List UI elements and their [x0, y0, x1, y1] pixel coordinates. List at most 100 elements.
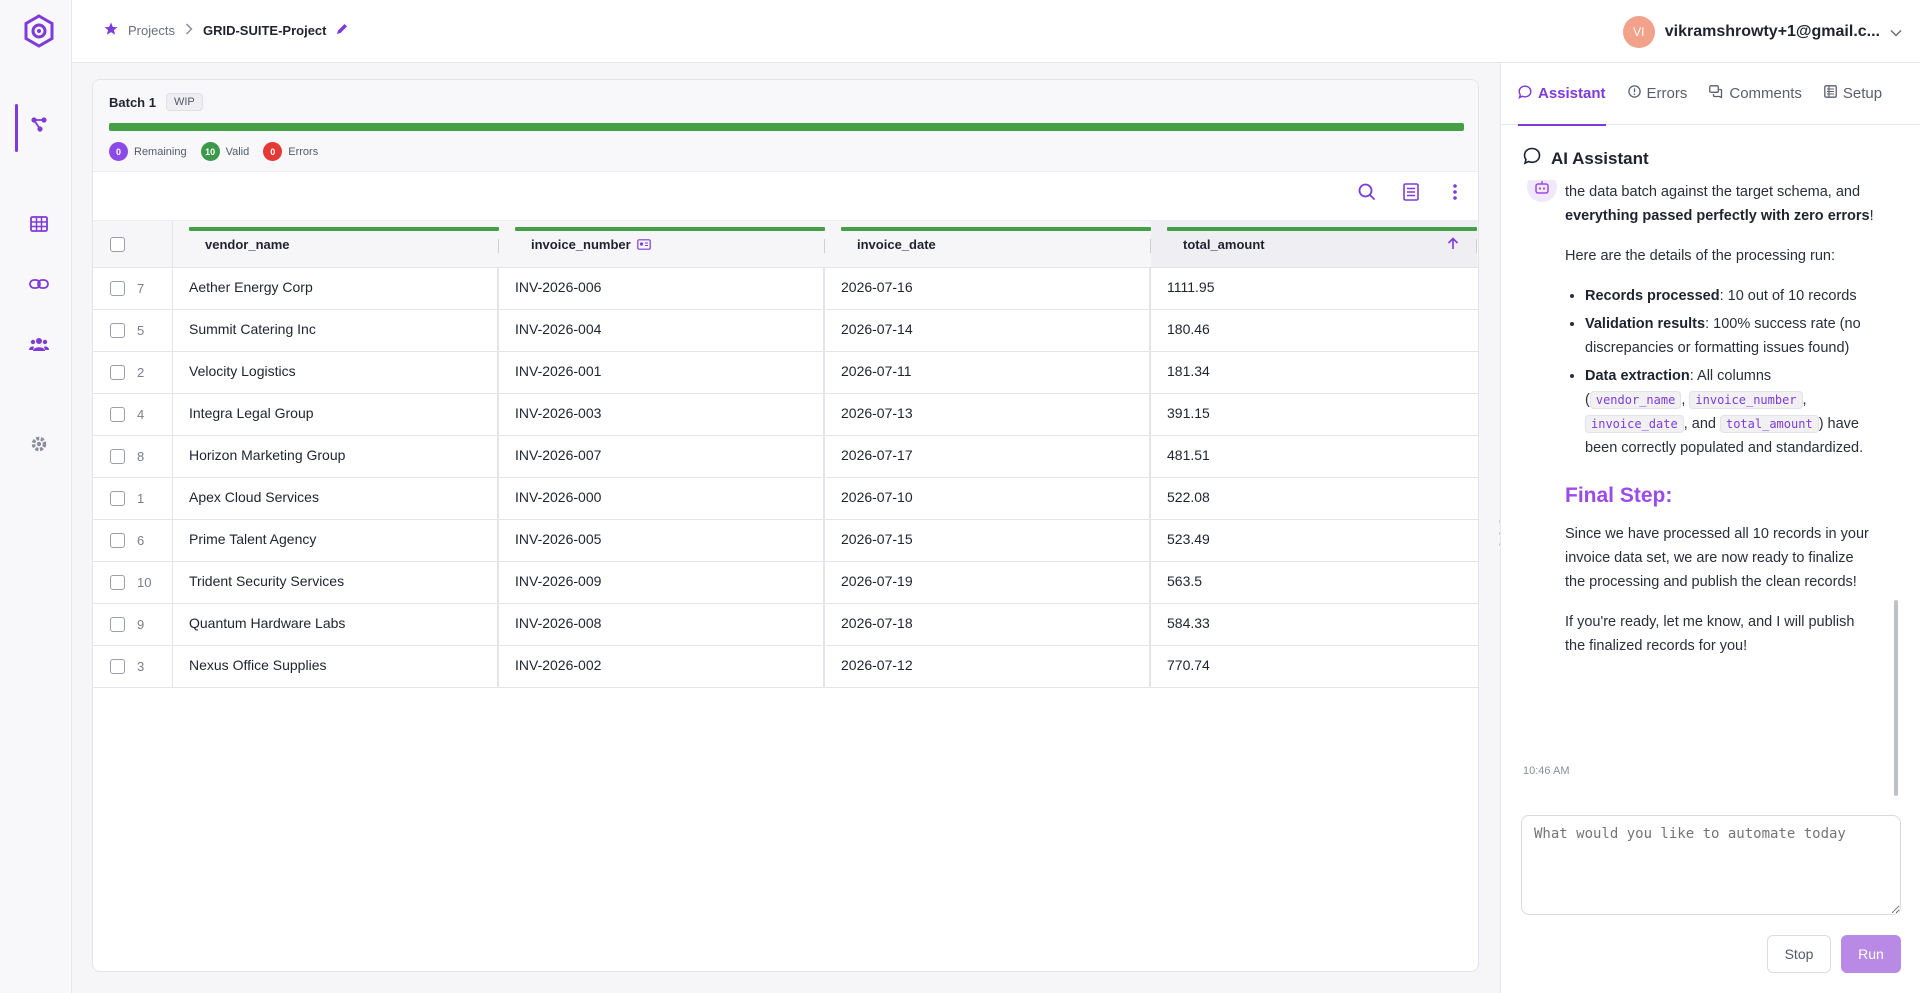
cell-invoice-date[interactable]: 2026-07-19 — [825, 562, 1151, 603]
row-checkbox[interactable] — [110, 533, 125, 548]
cell-invoice-number[interactable]: INV-2026-006 — [499, 268, 825, 309]
star-icon[interactable] — [104, 22, 118, 39]
list-item-key: Data extraction — [1585, 368, 1690, 384]
cell-invoice-date[interactable]: 2026-07-17 — [825, 436, 1151, 477]
cell-total-amount[interactable]: 770.74 — [1151, 646, 1477, 687]
cell-invoice-number[interactable]: INV-2026-001 — [499, 352, 825, 393]
pencil-icon[interactable] — [336, 23, 348, 38]
cell-invoice-date[interactable]: 2026-07-14 — [825, 310, 1151, 351]
cell-vendor-name[interactable]: Horizon Marketing Group — [173, 436, 499, 477]
tab-comments[interactable]: Comments — [1709, 63, 1802, 125]
cell-invoice-date[interactable]: 2026-07-10 — [825, 478, 1151, 519]
cell-total-amount[interactable]: 522.08 — [1151, 478, 1477, 519]
cell-vendor-name[interactable]: Apex Cloud Services — [173, 478, 499, 519]
users-icon[interactable] — [26, 331, 52, 357]
breadcrumb-projects-link[interactable]: Projects — [128, 23, 175, 38]
row-checkbox[interactable] — [110, 449, 125, 464]
export-icon[interactable] — [1400, 181, 1422, 203]
cell-vendor-name[interactable]: Nexus Office Supplies — [173, 646, 499, 687]
settings-icon[interactable] — [26, 431, 52, 457]
column-resizer[interactable] — [1476, 239, 1477, 253]
cell-total-amount[interactable]: 481.51 — [1151, 436, 1477, 477]
chat-scrollbar[interactable] — [1894, 600, 1898, 796]
cell-total-amount[interactable]: 584.33 — [1151, 604, 1477, 645]
cell-vendor-name[interactable]: Quantum Hardware Labs — [173, 604, 499, 645]
table-row[interactable]: 4 Integra Legal Group INV-2026-003 2026-… — [93, 394, 1478, 436]
cell-invoice-number[interactable]: INV-2026-008 — [499, 604, 825, 645]
cell-total-amount[interactable]: 1111.95 — [1151, 268, 1477, 309]
valid-count: 10 — [200, 142, 220, 161]
chevron-down-icon[interactable] — [1890, 24, 1902, 40]
user-email[interactable]: vikramshrowty+1@gmail.c... — [1665, 23, 1880, 41]
cell-invoice-date[interactable]: 2026-07-11 — [825, 352, 1151, 393]
column-header-total-amount[interactable]: total_amount — [1151, 221, 1477, 267]
tab-assistant[interactable]: Assistant — [1518, 63, 1606, 126]
cell-total-amount[interactable]: 391.15 — [1151, 394, 1477, 435]
table-row[interactable]: 9 Quantum Hardware Labs INV-2026-008 202… — [93, 604, 1478, 646]
cell-invoice-date[interactable]: 2026-07-18 — [825, 604, 1151, 645]
list-item-key: Records processed — [1585, 288, 1720, 304]
table-row[interactable]: 7 Aether Energy Corp INV-2026-006 2026-0… — [93, 268, 1478, 310]
cell-total-amount[interactable]: 181.34 — [1151, 352, 1477, 393]
column-header-invoice-date[interactable]: invoice_date — [825, 221, 1151, 267]
avatar[interactable]: VI — [1622, 16, 1655, 48]
workflow-icon[interactable] — [26, 111, 52, 137]
cell-total-amount[interactable]: 180.46 — [1151, 310, 1477, 351]
code-invoice-number: invoice_number — [1689, 391, 1803, 409]
row-checkbox[interactable] — [110, 617, 125, 632]
tab-errors[interactable]: Errors — [1627, 63, 1687, 125]
cell-invoice-number[interactable]: INV-2026-009 — [499, 562, 825, 603]
cell-vendor-name[interactable]: Prime Talent Agency — [173, 520, 499, 561]
cell-vendor-name[interactable]: Trident Security Services — [173, 562, 499, 603]
row-checkbox[interactable] — [110, 281, 125, 296]
tab-setup[interactable]: Setup — [1824, 63, 1882, 125]
column-header-vendor-name[interactable]: vendor_name — [173, 221, 499, 267]
cell-invoice-number[interactable]: INV-2026-005 — [499, 520, 825, 561]
cell-invoice-number[interactable]: INV-2026-004 — [499, 310, 825, 351]
table-row[interactable]: 3 Nexus Office Supplies INV-2026-002 202… — [93, 646, 1478, 688]
column-header-invoice-number[interactable]: invoice_number — [499, 221, 825, 267]
stop-button[interactable]: Stop — [1767, 935, 1831, 973]
cell-vendor-name[interactable]: Velocity Logistics — [173, 352, 499, 393]
row-checkbox[interactable] — [110, 365, 125, 380]
row-checkbox[interactable] — [110, 323, 125, 338]
chat-history[interactable]: the data batch against the target schema… — [1521, 180, 1901, 863]
cell-vendor-name[interactable]: Summit Catering Inc — [173, 310, 499, 351]
table-row[interactable]: 1 Apex Cloud Services INV-2026-000 2026-… — [93, 478, 1478, 520]
cell-total-amount[interactable]: 563.5 — [1151, 562, 1477, 603]
cell-invoice-date[interactable]: 2026-07-13 — [825, 394, 1151, 435]
user-menu[interactable]: VI vikramshrowty+1@gmail.c... — [1622, 16, 1902, 48]
cell-invoice-date[interactable]: 2026-07-15 — [825, 520, 1151, 561]
table-row[interactable]: 8 Horizon Marketing Group INV-2026-007 2… — [93, 436, 1478, 478]
row-checkbox[interactable] — [110, 407, 125, 422]
cell-vendor-name[interactable]: Aether Energy Corp — [173, 268, 499, 309]
table-row[interactable]: 2 Velocity Logistics INV-2026-001 2026-0… — [93, 352, 1478, 394]
cell-invoice-date[interactable]: 2026-07-16 — [825, 268, 1151, 309]
arrow-up-icon[interactable] — [1447, 237, 1459, 253]
row-checkbox[interactable] — [110, 659, 125, 674]
select-all-checkbox[interactable] — [110, 236, 125, 252]
logo-icon[interactable] — [23, 14, 55, 48]
row-index: 8 — [137, 449, 145, 464]
cell-invoice-date[interactable]: 2026-07-12 — [825, 646, 1151, 687]
prompt-input[interactable] — [1521, 815, 1901, 915]
cell-invoice-number[interactable]: INV-2026-002 — [499, 646, 825, 687]
table-row[interactable]: 10 Trident Security Services INV-2026-00… — [93, 562, 1478, 604]
search-icon[interactable] — [1356, 181, 1378, 203]
cell-invoice-number[interactable]: INV-2026-003 — [499, 394, 825, 435]
row-select-cell: 7 — [93, 268, 173, 309]
link-icon[interactable] — [26, 271, 52, 297]
cell-vendor-name[interactable]: Integra Legal Group — [173, 394, 499, 435]
top-header: Projects GRID-SUITE-Project VI vikramshr… — [72, 0, 1920, 63]
cell-invoice-number[interactable]: INV-2026-000 — [499, 478, 825, 519]
table-row[interactable]: 5 Summit Catering Inc INV-2026-004 2026-… — [93, 310, 1478, 352]
more-vertical-icon[interactable] — [1444, 181, 1466, 203]
table-row[interactable]: 6 Prime Talent Agency INV-2026-005 2026-… — [93, 520, 1478, 562]
row-checkbox[interactable] — [110, 575, 125, 590]
row-checkbox[interactable] — [110, 491, 125, 506]
remaining-label: Remaining — [134, 145, 187, 158]
run-button[interactable]: Run — [1841, 935, 1901, 973]
cell-invoice-number[interactable]: INV-2026-007 — [499, 436, 825, 477]
cell-total-amount[interactable]: 523.49 — [1151, 520, 1477, 561]
table-icon[interactable] — [26, 211, 52, 237]
